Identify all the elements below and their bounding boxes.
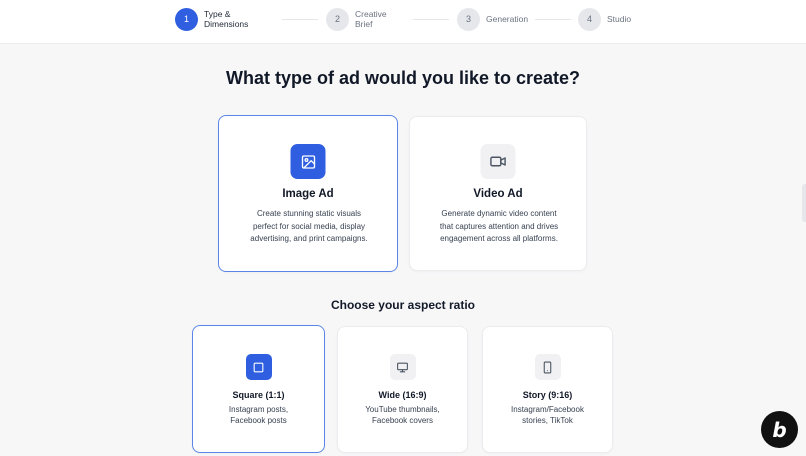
video-camera-icon [480,144,516,179]
step-number: 2 [326,7,349,31]
step-studio[interactable]: 4 Studio [578,7,631,31]
aspect-description: YouTube thumbnails, Facebook covers [365,405,440,425]
ad-type-description: Create stunning static visuals perfect f… [250,209,368,243]
step-number: 4 [578,7,601,31]
step-type-dimensions[interactable]: 1 Type & Dimensions [175,7,248,31]
aspect-card-square[interactable]: Square (1:1) Instagram posts, Facebook p… [192,325,325,453]
bolt-badge-icon[interactable]: b [761,411,798,448]
step-label: Studio [607,14,632,24]
aspect-description: Instagram/Facebook stories, TikTok [511,405,584,425]
side-panel-handle[interactable] [802,184,806,222]
aspect-title: Story (9:16) [522,390,573,400]
ad-type-card-video[interactable]: Video Ad Generate dynamic video content … [409,116,587,271]
aspect-ratio-heading: Choose your aspect ratio [330,298,476,312]
page-title: What type of ad would you like to create… [225,68,581,88]
step-label: Type & Dimensions [204,9,249,29]
stepper-bar: 1 Type & Dimensions 2 Creative Brief 3 G… [0,0,806,44]
image-icon [290,144,326,179]
aspect-description: Instagram posts, Facebook posts [228,405,289,425]
square-icon [245,354,272,380]
aspect-card-wide[interactable]: Wide (16:9) YouTube thumbnails, Facebook… [337,326,468,453]
aspect-title: Wide (16:9) [378,390,427,400]
badge-letter: b [772,417,787,442]
step-number: 1 [175,7,198,31]
smartphone-icon [534,354,561,380]
ad-type-title: Video Ad [473,188,523,200]
step-connector [413,19,449,20]
step-generation[interactable]: 3 Generation [457,7,528,31]
step-number: 3 [457,7,480,31]
ad-type-card-image[interactable]: Image Ad Create stunning static visuals … [218,115,398,272]
ad-type-description: Generate dynamic video content that capt… [439,209,559,243]
aspect-title: Square (1:1) [232,390,285,400]
step-label: Generation [486,14,529,24]
ad-type-title: Image Ad [282,188,334,200]
step-connector [282,19,318,20]
step-label: Creative Brief [355,9,387,29]
aspect-card-story[interactable]: Story (9:16) Instagram/Facebook stories,… [482,326,613,453]
step-creative-brief[interactable]: 2 Creative Brief [326,7,387,31]
step-connector [535,19,571,20]
monitor-icon [389,354,416,380]
